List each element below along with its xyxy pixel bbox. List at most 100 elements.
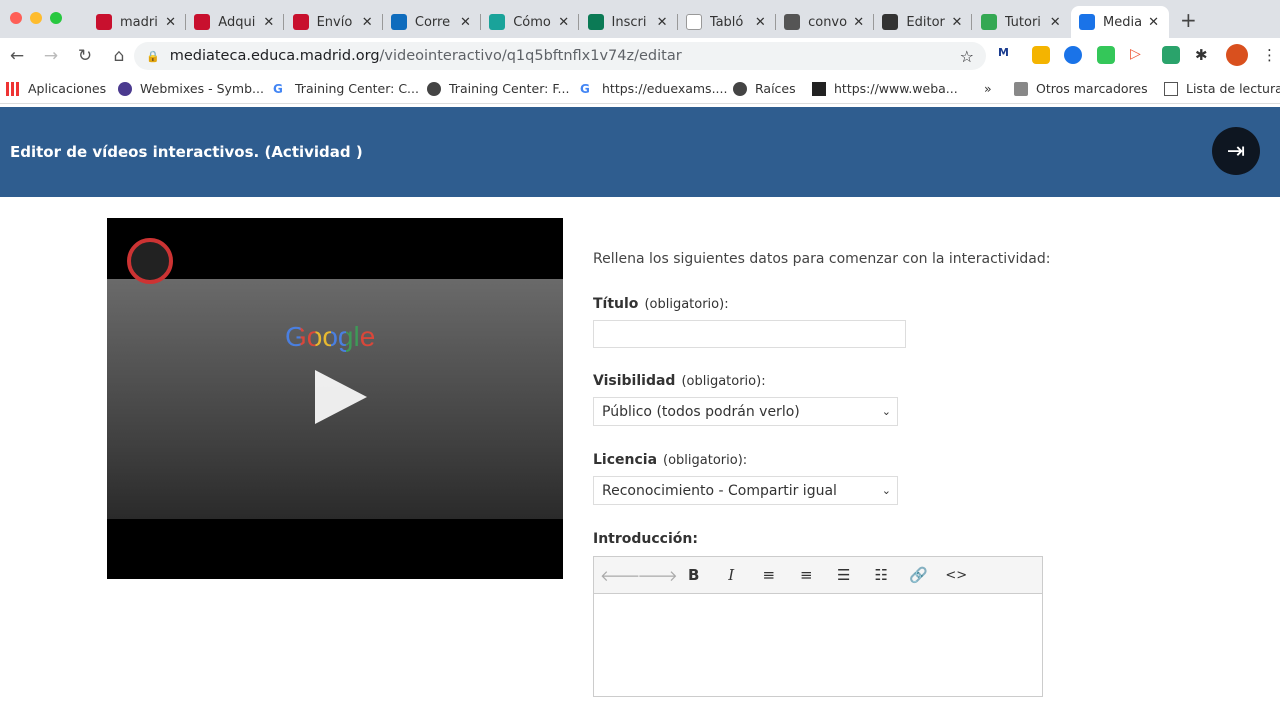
page-title: Editor de vídeos interactivos. (Activida… (10, 143, 363, 161)
exit-button[interactable]: ⇥ (1212, 127, 1260, 175)
bookmark[interactable]: G Training Center: C... (273, 81, 419, 96)
cursor-icon: ☝ (467, 680, 477, 699)
tab-title: madri (120, 14, 158, 30)
tab-title: Media (1103, 14, 1143, 30)
forward-icon[interactable]: → (34, 46, 68, 66)
editor-content[interactable] (594, 594, 1042, 696)
tab-bar: madri ✕ Adqui ✕ Envío ✕ Corre ✕ Cómo ✕ Inscri ✕ Tabl… (0, 0, 1280, 38)
bookmark[interactable]: Training Center: F... (427, 81, 569, 96)
menu-icon[interactable]: ⋮ (1262, 46, 1280, 64)
numbered-list-icon[interactable]: ☷ (863, 566, 901, 584)
other-bookmarks[interactable]: Otros marcadores (1014, 81, 1148, 96)
favicon-icon (292, 14, 309, 30)
browser-tab[interactable]: Cómo ✕ (481, 6, 580, 38)
exit-icon: ⇥ (1226, 138, 1246, 164)
new-tab-button[interactable]: + (1180, 8, 1197, 32)
browser-tab[interactable]: Tabló ✕ (678, 6, 776, 38)
link-icon[interactable]: 🔗 (900, 566, 938, 584)
close-icon[interactable]: ✕ (165, 15, 176, 30)
home-icon[interactable]: ⌂ (102, 46, 136, 66)
video-player[interactable]: Google ☝ (107, 218, 563, 699)
favicon-icon (96, 14, 112, 30)
bookmark[interactable]: Ghttps://eduexams.... (580, 81, 727, 96)
close-icon[interactable]: ✕ (657, 15, 668, 30)
favicon-icon (882, 14, 899, 30)
rich-text-editor[interactable]: 🡐 🡒 B I ≡ ≡ ☰ ☷ 🔗 <> (593, 556, 1043, 697)
chevron-down-icon: ⌄ (881, 484, 891, 497)
page-header: Editor de vídeos interactivos. (Activida… (0, 107, 1280, 197)
tab-title: Corre (414, 14, 451, 30)
close-icon[interactable]: ✕ (362, 15, 373, 30)
tab-title: convo (808, 14, 848, 30)
back-icon[interactable]: ← (0, 46, 34, 66)
browser-tab[interactable]: Editor ✕ (874, 6, 973, 38)
play-icon[interactable] (315, 370, 367, 424)
extension-icon[interactable]: ▷ (1130, 46, 1148, 64)
browser-tab[interactable]: Tutori ✕ (973, 6, 1071, 38)
extension-icon[interactable] (1097, 46, 1115, 64)
close-icon[interactable]: ✕ (263, 15, 274, 30)
redo-icon[interactable]: 🡒 (638, 566, 678, 585)
bookmarks-more[interactable]: » (984, 81, 992, 96)
avatar[interactable] (1226, 44, 1248, 66)
tab-title: Inscri (611, 14, 647, 30)
favicon-icon (980, 14, 997, 30)
chevron-down-icon: ⌄ (881, 405, 891, 418)
visibility-select[interactable]: Público (todos podrán verlo) ⌄ (593, 397, 898, 426)
italic-icon[interactable]: I (713, 566, 751, 584)
bullet-list-icon[interactable]: ☰ (825, 566, 863, 584)
url-input[interactable]: 🔒 mediateca.educa.madrid.org/videointera… (134, 42, 986, 70)
tab-title: Tutori (1004, 14, 1041, 30)
title-input[interactable] (593, 320, 906, 348)
bold-icon[interactable]: B (675, 566, 713, 584)
channel-logo (127, 238, 173, 284)
star-icon[interactable]: ☆ (960, 47, 974, 66)
google-logo: Google (285, 321, 376, 352)
title-label: Título (obligatorio): (593, 296, 729, 312)
extension-icon[interactable] (1032, 46, 1050, 64)
close-icon[interactable]: ✕ (853, 15, 864, 30)
reading-list[interactable]: Lista de lectura (1164, 81, 1280, 96)
align-left-icon[interactable]: ≡ (750, 566, 788, 584)
tab-title: Adqui (218, 14, 256, 30)
extension-icon[interactable] (1064, 46, 1082, 64)
visibility-label: Visibilidad (obligatorio): (593, 373, 766, 389)
align-center-icon[interactable]: ≡ (788, 566, 826, 584)
lock-icon: 🔒 (146, 49, 160, 63)
favicon-icon (784, 14, 801, 30)
introduction-label: Introducción: (593, 531, 698, 547)
bookmark[interactable]: https://www.weba... (812, 81, 958, 96)
window-controls[interactable] (10, 12, 62, 24)
form-intro: Rellena los siguientes datos para comenz… (593, 251, 1051, 267)
reload-icon[interactable]: ↻ (68, 46, 102, 66)
extension-icon[interactable]: M (998, 46, 1016, 64)
browser-tab[interactable]: Envío ✕ (285, 6, 383, 38)
bookmarks-bar: Aplicaciones Webmixes - Symb... G Trainin… (0, 74, 1280, 104)
browser-tab[interactable]: Inscri ✕ (580, 6, 678, 38)
close-icon[interactable]: ✕ (1050, 15, 1061, 30)
close-icon[interactable]: ✕ (755, 15, 766, 30)
close-icon[interactable]: ✕ (558, 15, 569, 30)
close-icon[interactable]: ✕ (951, 15, 962, 30)
bookmark[interactable]: Raíces (733, 81, 796, 96)
browser-tab[interactable]: Corre ✕ (383, 6, 481, 38)
browser-tab[interactable]: Adqui ✕ (186, 6, 285, 38)
extension-icon[interactable] (1162, 46, 1180, 64)
undo-icon[interactable]: 🡐 (600, 566, 640, 585)
favicon-icon (587, 14, 604, 30)
browser-tab[interactable]: madri ✕ (88, 6, 186, 38)
browser-tab[interactable]: Media ✕ (1071, 6, 1169, 38)
editor-toolbar: 🡐 🡒 B I ≡ ≡ ☰ ☷ 🔗 <> (594, 557, 1042, 594)
tab-title: Tabló (709, 14, 744, 30)
browser-tab[interactable]: convo ✕ (776, 6, 875, 38)
bookmark[interactable]: Webmixes - Symb... (118, 81, 264, 96)
close-icon[interactable]: ✕ (460, 15, 471, 30)
bookmark-apps[interactable]: Aplicaciones (6, 81, 106, 96)
code-icon[interactable]: <> (938, 568, 976, 583)
close-icon[interactable]: ✕ (1148, 15, 1159, 30)
address-bar-row: ← → ↻ ⌂ 🔒 mediateca.educa.madrid.org/vid… (0, 38, 1280, 74)
url-path: /videointeractivo/q1q5bftnflx1v74z/edita… (379, 48, 682, 64)
license-select[interactable]: Reconocimiento - Compartir igual ⌄ (593, 476, 898, 505)
puzzle-icon[interactable]: ✱ (1195, 46, 1213, 64)
tab-title: Envío (316, 14, 353, 30)
